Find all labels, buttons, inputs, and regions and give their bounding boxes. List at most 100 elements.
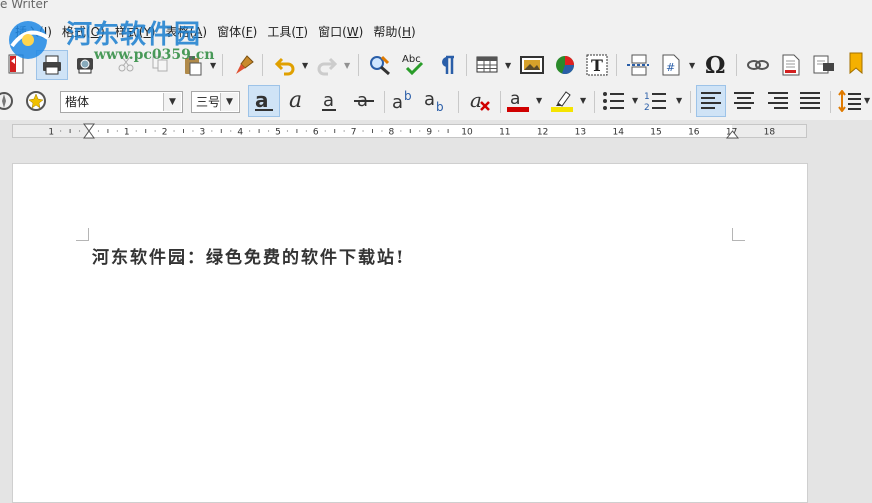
menu-item-0[interactable]: 插入(I) [10,22,57,42]
redo-button[interactable] [314,52,340,78]
ruler-label: 3 [200,128,206,138]
formatting-marks-button[interactable] [436,52,460,78]
insert-field-dropdown-arrow[interactable]: ▼ [689,61,695,70]
ruler-label: 12 [537,128,548,138]
font-name-dropdown-arrow[interactable]: ▼ [163,93,181,111]
svg-text:a: a [470,89,482,112]
ruler-label: 8 [389,128,395,138]
ruler-dot [154,130,156,132]
svg-text:b: b [436,100,444,113]
insert-image-button[interactable] [518,52,546,78]
bold-button[interactable]: a [248,85,280,117]
justify-button[interactable] [796,87,824,115]
insert-table-dropdown-arrow[interactable]: ▼ [505,61,511,70]
menu-item-4[interactable]: 窗体(F) [212,22,262,42]
bullet-list-dropdown-arrow[interactable]: ▼ [632,96,638,105]
italic-button[interactable]: a [284,87,312,115]
font-color-icon: a [507,89,529,112]
separator [594,91,595,113]
justify-icon [800,92,820,109]
footnote-button[interactable] [778,52,804,78]
ruler-dot [400,130,402,132]
export-pdf-button[interactable] [6,52,28,76]
ruler-dot [381,130,383,132]
underline-button[interactable]: a [316,87,344,115]
ruler-dot [438,130,440,132]
font-size-combobox[interactable]: 三号 ▼ [191,91,240,113]
bookmark-button[interactable] [844,50,868,78]
bullet-list-button[interactable] [600,87,628,115]
insert-field-button[interactable]: # [658,52,684,78]
insert-table-button[interactable] [474,52,500,78]
spelling-icon: Abc [402,54,424,76]
comment-icon [813,55,834,74]
redo-dropdown-arrow[interactable]: ▼ [344,61,350,70]
insert-chart-icon [556,56,574,75]
clone-formatting-button[interactable] [232,52,256,78]
separator [830,91,831,113]
spelling-button[interactable]: Abc [400,50,428,78]
highlight-dropdown-arrow[interactable]: ▼ [580,96,586,105]
bookmark-icon [849,52,863,75]
document-page[interactable]: 河东软件园：绿色免费的软件下载站! [12,163,808,503]
numbered-list-button[interactable]: 12 [642,87,670,115]
strikethrough-button[interactable]: a [350,87,378,115]
horizontal-ruler[interactable]: 1123456789101112131415161718 [0,120,872,142]
insert-page-break-button[interactable] [624,52,652,78]
ruler-label: 14 [612,128,624,138]
paste-button[interactable] [180,52,206,78]
ruler-label: 4 [237,128,243,138]
subscript-icon: ab [424,89,444,113]
undo-dropdown-arrow[interactable]: ▼ [302,61,308,70]
superscript-button[interactable]: ab [390,87,418,115]
separator [358,54,359,76]
align-left-icon [701,92,721,109]
undo-button[interactable] [272,52,298,78]
subscript-button[interactable]: ab [422,87,450,115]
navigator-button[interactable] [0,88,16,114]
font-name-combobox[interactable]: 楷体 ▼ [60,91,183,113]
svg-text:a: a [392,92,403,113]
hyperlink-button[interactable] [744,52,772,78]
ruler-dot [343,130,345,132]
insert-textbox-icon: T [586,54,608,76]
cut-button[interactable] [116,54,136,74]
paste-dropdown-arrow[interactable]: ▼ [210,61,216,70]
ruler-dot [230,130,232,132]
menu-item-3[interactable]: 表格(A) [160,22,212,42]
align-left-button[interactable] [696,85,726,117]
cut-icon [118,56,134,72]
font-color-button[interactable]: a [504,87,532,115]
print-button[interactable] [36,50,68,80]
insert-chart-button[interactable] [552,52,578,78]
menu-item-5[interactable]: 工具(T) [262,22,313,42]
menu-item-7[interactable]: 帮助(H) [368,22,420,42]
ruler-label: 6 [313,128,319,138]
document-text[interactable]: 河东软件园：绿色免费的软件下载站! [92,243,405,268]
highlight-button[interactable] [548,87,576,115]
ruler-dot [60,130,62,132]
ruler-dot [419,130,421,132]
find-replace-button[interactable] [366,52,394,78]
font-size-dropdown-arrow[interactable]: ▼ [220,93,238,111]
align-center-button[interactable] [730,87,758,115]
align-right-button[interactable] [764,87,792,115]
copy-button[interactable] [150,54,170,74]
text-boundary-top-left [76,228,89,241]
numbered-list-dropdown-arrow[interactable]: ▼ [676,96,682,105]
menu-item-2[interactable]: 样式(Y) [110,22,161,42]
clear-formatting-button[interactable]: a [466,87,494,115]
standard-toolbar: ▼ ▼ ▼ Abc ▼ T # ▼ Ω [0,46,872,84]
gallery-button[interactable] [24,86,50,116]
line-spacing-dropdown-arrow[interactable]: ▼ [864,96,870,105]
bold-icon: a [255,89,273,112]
print-preview-button[interactable] [72,52,98,78]
line-spacing-button[interactable] [836,87,864,115]
comment-button[interactable] [810,52,838,78]
insert-textbox-button[interactable]: T [584,52,610,78]
ruler-dot [97,130,100,132]
menu-item-1[interactable]: 格式(O) [57,22,110,42]
special-character-button[interactable]: Ω [700,50,730,78]
font-color-dropdown-arrow[interactable]: ▼ [536,96,542,105]
menu-item-6[interactable]: 窗口(W) [313,22,368,42]
